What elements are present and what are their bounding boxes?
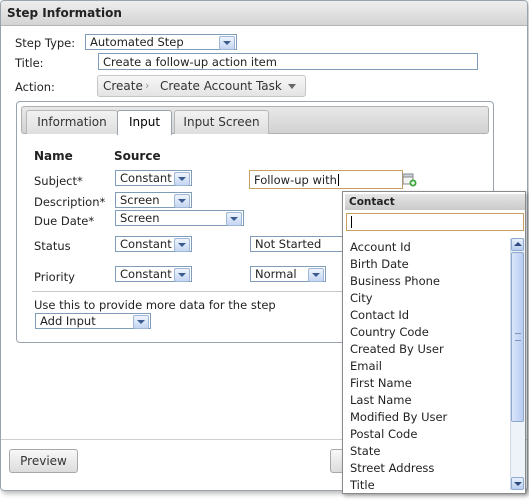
action-crumb-create: Create <box>103 79 143 93</box>
chevron-down-icon <box>133 315 149 329</box>
priority-value: Normal <box>255 267 297 281</box>
dropdown-search-input[interactable] <box>346 213 524 231</box>
dropdown-item[interactable]: First Name <box>350 376 412 390</box>
title-input[interactable]: Create a follow-up action item <box>98 53 478 70</box>
subject-source-value: Constant <box>120 171 172 185</box>
dropdown-item[interactable]: Modified By User <box>350 410 447 424</box>
status-value-select[interactable]: Not Started <box>250 236 346 252</box>
more-data-hint: Use this to provide more data for the st… <box>34 298 276 312</box>
add-input-select[interactable]: Add Input <box>35 313 151 329</box>
due-date-label: Due Date* <box>34 214 95 228</box>
dropdown-item[interactable]: Birth Date <box>350 257 409 271</box>
title-input-value: Create a follow-up action item <box>103 55 277 69</box>
chevron-down-icon <box>174 238 190 252</box>
scroll-up-icon[interactable] <box>511 238 524 251</box>
subject-value-input[interactable]: Follow-up with <box>249 170 403 189</box>
chevron-down-icon <box>219 36 235 50</box>
dropdown-item[interactable]: City <box>350 291 373 305</box>
step-type-select[interactable]: Automated Step <box>85 34 237 50</box>
text-caret <box>338 174 339 186</box>
action-crumb-account-task: Create Account Task <box>160 79 282 93</box>
dropdown-header-label: Contact <box>349 196 395 208</box>
lookup-icon[interactable] <box>402 172 417 187</box>
description-source-select[interactable]: Screen <box>115 192 192 208</box>
subject-label: Subject* <box>34 174 83 188</box>
action-label: Action: <box>15 80 55 94</box>
chevron-down-icon <box>174 268 190 282</box>
title-label: Title: <box>15 56 44 70</box>
description-label: Description* <box>34 195 106 209</box>
field-picker-dropdown: Contact Account Id Birth Date Business Pho… <box>342 191 526 494</box>
tab-bar: Information Input Input Screen <box>21 106 489 135</box>
chevron-down-icon <box>174 172 190 186</box>
status-label: Status <box>34 239 71 253</box>
dropdown-item[interactable]: Business Phone <box>350 274 440 288</box>
chevron-right-icon: › <box>145 79 150 92</box>
priority-source-select[interactable]: Constant <box>115 266 192 282</box>
subject-source-select[interactable]: Constant <box>115 170 192 186</box>
dropdown-item[interactable]: Country Code <box>350 325 429 339</box>
chevron-down-icon <box>174 194 190 208</box>
dialog-titlebar: Step Information <box>1 1 527 26</box>
dropdown-item[interactable]: Email <box>350 359 382 373</box>
dropdown-item[interactable]: Created By User <box>350 342 444 356</box>
chevron-down-icon <box>288 84 296 89</box>
column-name-header: Name <box>34 149 73 163</box>
status-value: Not Started <box>255 237 322 251</box>
chevron-down-icon <box>226 212 242 226</box>
add-input-value: Add Input <box>40 314 96 328</box>
scroll-down-icon[interactable] <box>511 477 524 490</box>
scrollbar-thumb[interactable] <box>511 252 524 422</box>
dropdown-item[interactable]: Street Address <box>350 461 434 475</box>
dialog-title: Step Information <box>7 6 122 20</box>
step-type-label: Step Type: <box>15 36 76 50</box>
divider <box>32 291 342 292</box>
text-caret <box>351 216 352 228</box>
status-source-value: Constant <box>120 237 172 251</box>
dropdown-item[interactable]: Title <box>350 478 375 492</box>
description-source-value: Screen <box>120 193 160 207</box>
dropdown-item[interactable]: State <box>350 444 380 458</box>
dropdown-item[interactable]: Contact Id <box>350 308 409 322</box>
dropdown-item[interactable]: Last Name <box>350 393 412 407</box>
tab-input[interactable]: Input <box>117 110 172 135</box>
column-source-header: Source <box>114 149 161 163</box>
dropdown-item[interactable]: Postal Code <box>350 427 417 441</box>
due-date-source-select[interactable]: Screen <box>115 210 244 226</box>
priority-label: Priority <box>34 270 75 284</box>
action-breadcrumb[interactable]: Create › Create Account Task <box>97 75 306 97</box>
dropdown-scrollbar[interactable] <box>510 238 525 490</box>
preview-button[interactable]: Preview <box>9 449 78 473</box>
tab-information[interactable]: Information <box>26 110 118 134</box>
priority-value-select[interactable]: Normal <box>250 266 326 282</box>
status-source-select[interactable]: Constant <box>115 236 192 252</box>
due-date-source-value: Screen <box>120 211 160 225</box>
priority-source-value: Constant <box>120 267 172 281</box>
chevron-down-icon <box>308 268 324 282</box>
dropdown-header: Contact <box>345 194 525 210</box>
subject-value-text: Follow-up with <box>254 173 337 187</box>
tab-input-screen[interactable]: Input Screen <box>174 110 269 134</box>
dropdown-item[interactable]: Account Id <box>350 240 411 254</box>
step-type-value: Automated Step <box>90 35 184 49</box>
